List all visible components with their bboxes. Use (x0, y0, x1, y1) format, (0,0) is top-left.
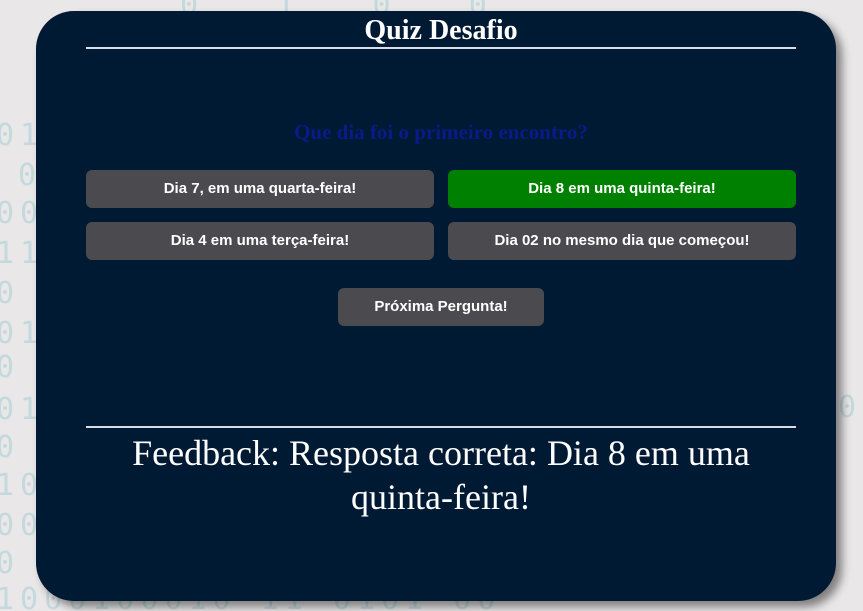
background-digit: 0 (0, 276, 21, 311)
answer-button-1[interactable]: Dia 7, em uma quarta-feira! (86, 170, 434, 208)
answer-button-4[interactable]: Dia 02 no mesmo dia que começou! (448, 222, 796, 260)
answer-button-2-correct[interactable]: Dia 8 em uma quinta-feira! (448, 170, 796, 208)
background-digit: 01 (838, 390, 863, 425)
background-digit: 0 (0, 546, 21, 581)
answer-button-3[interactable]: Dia 4 em uma terça-feira! (86, 222, 434, 260)
quiz-title: Quiz Desafio (364, 15, 518, 46)
background-digit: 0 (0, 350, 21, 385)
background-digit: 0 (0, 430, 21, 465)
quiz-card: Quiz Desafio Que dia foi o primeiro enco… (36, 11, 836, 601)
feedback-text: Feedback: Resposta correta: Dia 8 em uma… (132, 433, 750, 517)
next-question-button[interactable]: Próxima Pergunta! (338, 288, 544, 326)
question-text: Que dia foi o primeiro encontro? (294, 120, 588, 144)
title-divider (86, 47, 796, 49)
feedback-divider (86, 426, 796, 428)
